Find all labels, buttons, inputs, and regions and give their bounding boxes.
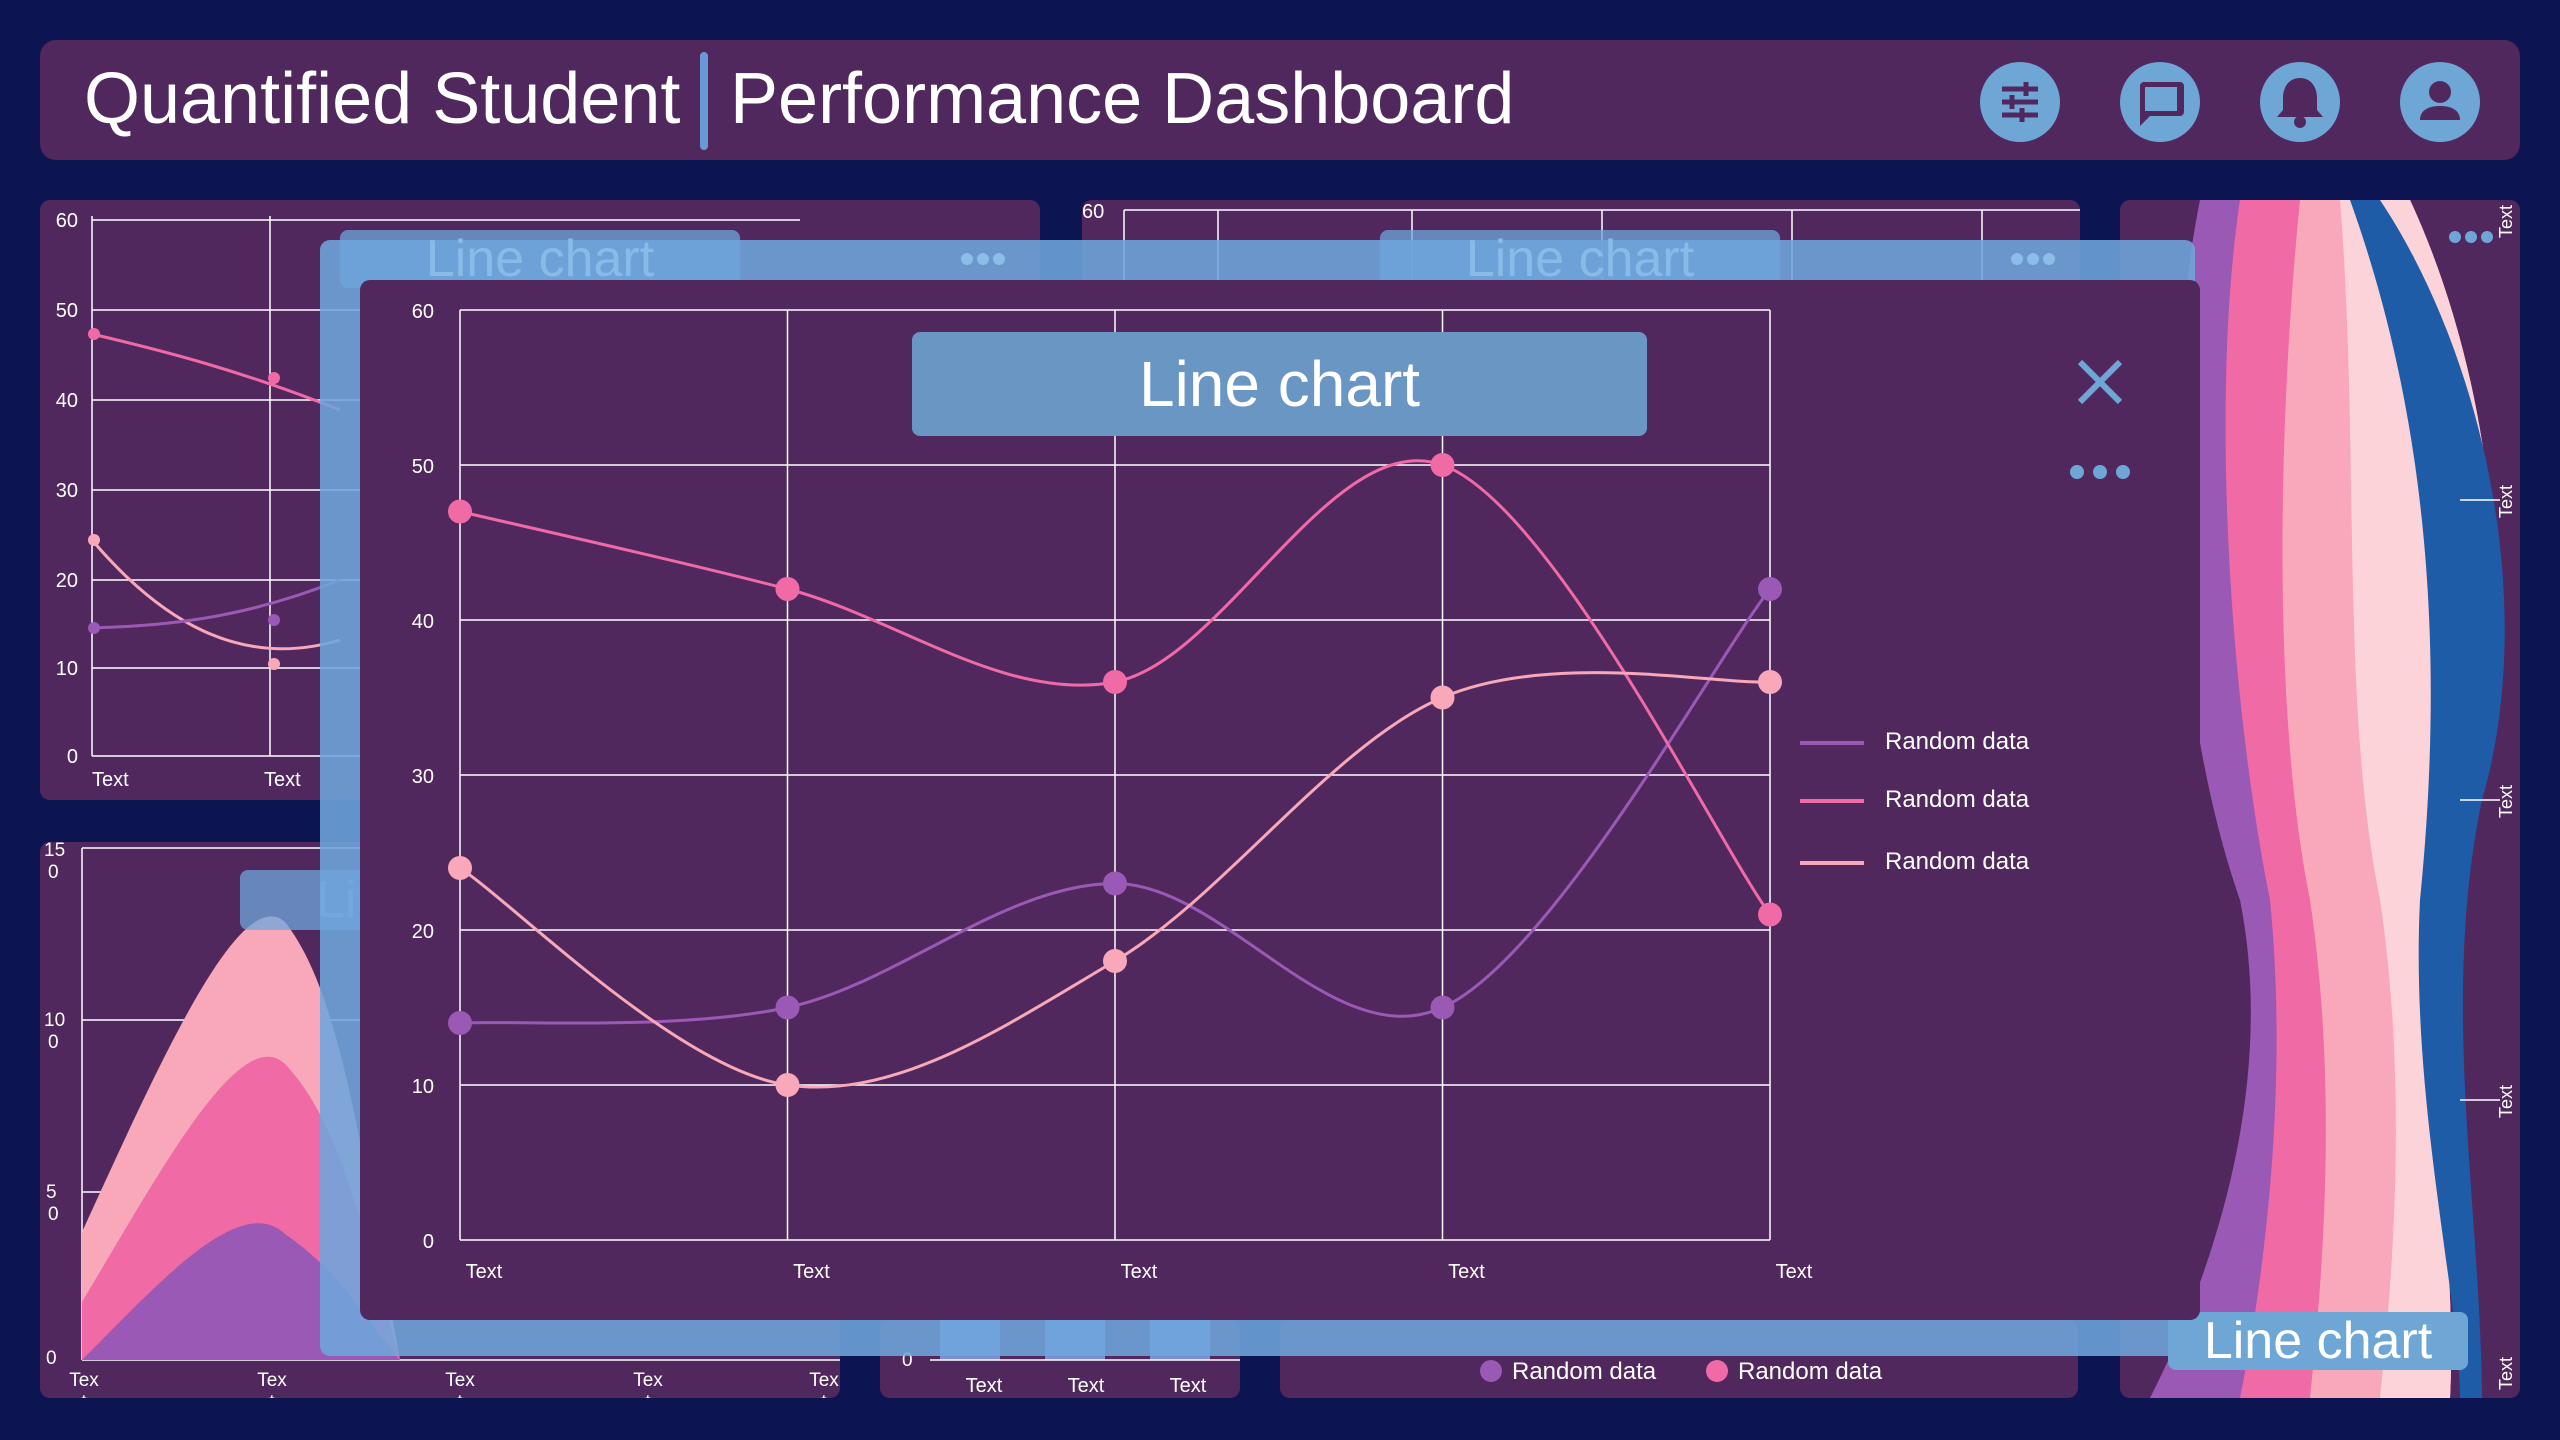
user-icon — [2420, 81, 2460, 120]
data-point[interactable] — [1430, 685, 1455, 710]
more-icon[interactable] — [2010, 252, 2056, 271]
data-point[interactable] — [1103, 949, 1127, 973]
x-tick-label: Text — [793, 1261, 830, 1283]
tick-label: 0 — [67, 746, 78, 768]
messages-button[interactable] — [2120, 62, 2200, 142]
legend-entry: Random data — [1706, 1358, 1882, 1386]
bell-icon — [2277, 78, 2323, 128]
tick-label: 10 — [56, 658, 78, 680]
data-point[interactable] — [1103, 871, 1127, 896]
axis-label: Text — [2496, 205, 2516, 238]
data-point[interactable] — [775, 1073, 800, 1097]
tick-label: 15 0 — [44, 842, 65, 883]
tick-label: Text — [809, 1370, 839, 1398]
data-point[interactable] — [1103, 670, 1127, 694]
tick-label: Text — [966, 1375, 1003, 1397]
y-tick-label: 40 — [412, 611, 434, 633]
app-title: Quantified Student — [84, 59, 681, 139]
data-point[interactable] — [1758, 577, 1782, 601]
legend-label: Random data — [1885, 848, 2030, 875]
tick-label: 60 — [1082, 201, 1104, 223]
data-point[interactable] — [775, 577, 800, 601]
chart-grid — [459, 309, 1771, 1241]
y-tick-label: 60 — [412, 301, 434, 323]
tick-label: 50 — [56, 300, 78, 322]
tick-label: 30 — [56, 480, 78, 502]
x-tick-label: Text — [1121, 1261, 1158, 1283]
x-tick-label: Text — [466, 1261, 503, 1283]
tick-label: 0 — [46, 1348, 57, 1369]
y-tick-label: 0 — [423, 1231, 434, 1253]
chart-title: Line chart — [912, 332, 1647, 436]
tick-label: 20 — [56, 570, 78, 592]
tick-label: Text — [445, 1370, 475, 1398]
title-divider — [700, 52, 708, 150]
tick-label: Text — [264, 769, 301, 791]
legend-label: Random data — [1885, 786, 2030, 813]
x-tick-label: Text — [1448, 1261, 1485, 1283]
legend-swatch — [1800, 861, 1864, 865]
axis-label: Text — [2496, 1357, 2516, 1390]
page-title: Performance Dashboard — [730, 59, 1515, 139]
header-bar: Quantified Student Performance Dashboard — [40, 40, 2520, 160]
stream-chart-title: Line chart — [2168, 1312, 2468, 1370]
tick-label: 10 0 — [44, 1010, 65, 1053]
close-button[interactable] — [2070, 352, 2130, 412]
tick-label: Text — [257, 1370, 287, 1398]
axis-label: Text — [2496, 1085, 2516, 1118]
profile-button[interactable] — [2400, 62, 2480, 142]
data-point[interactable] — [1758, 902, 1782, 927]
data-point[interactable] — [1430, 453, 1455, 477]
data-point[interactable] — [448, 856, 472, 880]
tick-label: Text — [1170, 1375, 1207, 1397]
legend-entry: Random data — [1480, 1358, 1656, 1386]
more-options-button[interactable] — [2065, 452, 2135, 492]
legend-label: Random data — [1885, 728, 2030, 755]
data-point[interactable] — [1758, 670, 1782, 694]
more-icon — [2070, 465, 2130, 479]
legend-label: Random data — [1512, 1358, 1657, 1385]
tick-label: Text — [92, 769, 129, 791]
legend-swatch — [1480, 1360, 1502, 1382]
y-axis-ticks: 0 10 20 30 40 50 60 — [412, 301, 434, 1253]
axis-label: Text — [2496, 485, 2516, 518]
line-chart-modal: 0 10 20 30 40 50 60 Text Text Text Text Text Line … — [360, 280, 2200, 1320]
tick-label: Text — [69, 1370, 99, 1398]
tick-label: 40 — [56, 390, 78, 412]
y-tick-label: 20 — [412, 921, 434, 943]
more-icon[interactable] — [2448, 230, 2494, 249]
data-point[interactable] — [775, 995, 800, 1020]
more-icon-glyph — [2449, 231, 2493, 243]
data-point[interactable] — [448, 1011, 472, 1035]
axis-label: Text — [2496, 785, 2516, 818]
sliders-icon — [2002, 82, 2038, 122]
more-icon-glyph — [2011, 253, 2055, 265]
y-tick-label: 10 — [412, 1076, 434, 1098]
tick-label: Text — [633, 1370, 663, 1398]
more-icon-glyph — [961, 253, 1005, 265]
legend-swatch — [1706, 1360, 1728, 1382]
legend-label: Random data — [1738, 1358, 1883, 1385]
tick-label: 60 — [56, 210, 78, 232]
chat-icon — [2140, 82, 2184, 126]
x-axis-ticks: Text Text Text Text Text — [466, 1261, 1813, 1283]
legend-swatch — [1800, 741, 1864, 745]
legend-swatch — [1800, 799, 1864, 803]
data-point[interactable] — [448, 499, 472, 524]
close-icon — [2077, 359, 2123, 405]
more-icon[interactable] — [960, 252, 1006, 271]
y-tick-label: 30 — [412, 766, 434, 788]
y-tick-label: 50 — [412, 456, 434, 478]
filter-settings-button[interactable] — [1980, 62, 2060, 142]
tick-label: Text — [1068, 1375, 1105, 1397]
tick-label: 50 — [46, 1182, 59, 1225]
notifications-button[interactable] — [2260, 62, 2340, 142]
x-tick-label: Text — [1776, 1261, 1813, 1283]
data-point[interactable] — [1430, 995, 1455, 1020]
